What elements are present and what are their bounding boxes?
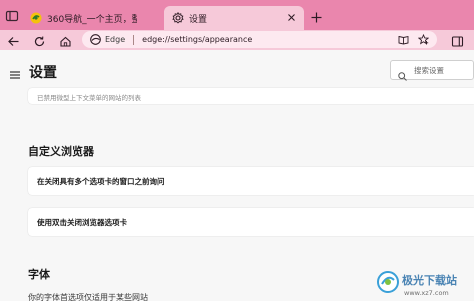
navigation-toolbar: Edge edge://settings/appearance <box>0 30 474 50</box>
hamburger-menu-icon[interactable] <box>9 66 21 79</box>
refresh-icon[interactable] <box>33 33 46 47</box>
search-input[interactable] <box>414 65 466 75</box>
new-tab-icon[interactable] <box>310 9 323 23</box>
setting-ask-before-closing-window[interactable]: 在关闭具有多个选项卡的窗口之前询问 <box>28 167 474 195</box>
setting-double-click-close-tab[interactable]: 使用双击关闭浏览器选项卡 <box>28 208 474 236</box>
section-title-fonts: 字体 <box>28 268 50 281</box>
close-icon[interactable] <box>285 11 298 24</box>
sidebar-icon[interactable] <box>451 33 464 47</box>
svg-text:www.xz7.com: www.xz7.com <box>404 289 449 297</box>
svg-text:极光下载站: 极光下载站 <box>402 273 457 287</box>
setting-label: 使用双击关闭浏览器选项卡 <box>37 218 127 227</box>
tab-360-navigation[interactable]: 360导航_一个主页，整个世界 <box>26 6 164 30</box>
reading-view-icon[interactable] <box>398 34 409 45</box>
url-text[interactable]: edge://settings/appearance <box>142 35 252 44</box>
setting-label: 在关闭具有多个选项卡的窗口之前询问 <box>37 177 165 186</box>
truncated-setting-text: 已禁用微型上下文菜单的网站的列表 <box>37 94 141 102</box>
font-section-description: 你的字体首选项仅适用于某些网站 <box>28 293 148 301</box>
section-title-customize-browser: 自定义浏览器 <box>28 145 94 158</box>
edge-icon <box>90 34 101 45</box>
tab-title: 设置 <box>189 14 208 25</box>
site-label: Edge <box>105 35 126 44</box>
360-nav-favicon <box>30 12 42 24</box>
tab-settings[interactable]: 设置 <box>164 6 304 30</box>
favorite-add-icon[interactable] <box>417 33 430 45</box>
back-arrow-icon[interactable] <box>7 33 20 46</box>
previous-settings-card[interactable]: 已禁用微型上下文菜单的网站的列表 <box>28 88 474 104</box>
settings-search-box[interactable] <box>390 60 474 81</box>
browser-window: 360导航_一个主页，整个世界 设置 <box>0 0 474 301</box>
address-divider <box>133 34 135 45</box>
tab-actions-icon[interactable] <box>5 8 19 22</box>
page-title: 设置 <box>29 65 57 81</box>
address-bar[interactable]: Edge edge://settings/appearance <box>82 31 437 48</box>
search-icon <box>398 66 407 81</box>
tab-title: 360导航_一个主页，整个世界 <box>47 14 137 25</box>
gear-icon <box>172 11 184 24</box>
watermark-logo: 极光下载站 www.xz7.com <box>374 266 474 301</box>
tab-bar: 360导航_一个主页，整个世界 设置 <box>0 0 474 30</box>
home-icon[interactable] <box>59 33 72 47</box>
